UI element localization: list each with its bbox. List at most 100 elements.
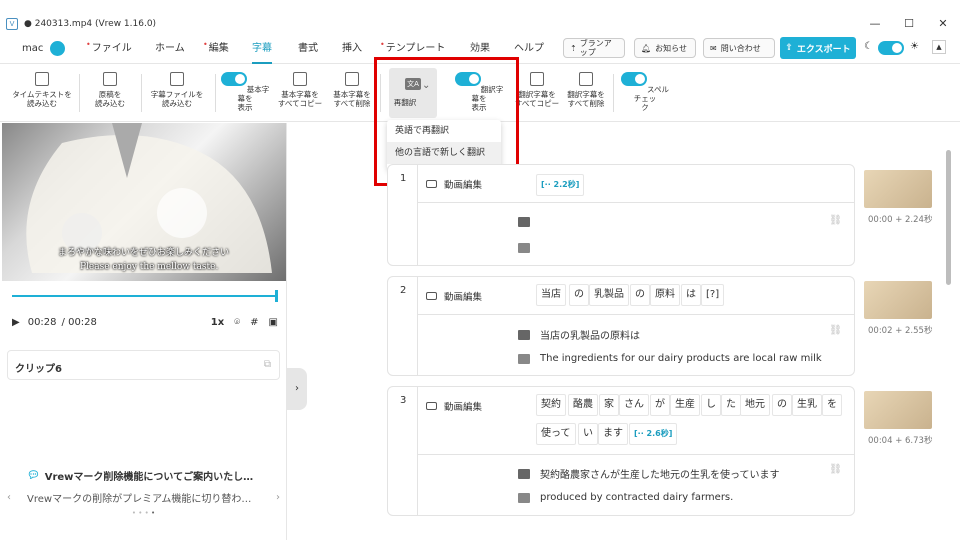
clip-card-2[interactable]: 2 動画編集 当店 の 乳製品 の 原料 は [?] 当店の乳製品の原料は Th… xyxy=(387,276,855,376)
delete-basic-button[interactable]: 基本字幕を すべて削除 xyxy=(329,72,375,108)
plan-up-button[interactable]: ⇡ ブランアップ xyxy=(563,38,625,58)
clip-thumbnail[interactable] xyxy=(864,281,932,319)
subtitle-line-icon xyxy=(518,329,530,340)
word-chip[interactable]: さん xyxy=(619,394,649,416)
word-chip[interactable]: 地元 xyxy=(740,394,770,416)
close-button[interactable]: ✕ xyxy=(926,14,960,34)
user-name[interactable]: mac xyxy=(22,36,43,64)
word-chip[interactable]: [?] xyxy=(701,284,725,306)
word-chip[interactable]: は xyxy=(681,284,701,306)
plan-icon: ⇡ xyxy=(570,43,577,53)
video-subtitle-ja: まろやかな味わいをぜひお楽しみください xyxy=(58,248,230,258)
subtitle-line-icon xyxy=(518,217,530,227)
translate-line-icon xyxy=(518,353,530,364)
news-button[interactable]: 🔔︎ お知らせ xyxy=(634,38,696,58)
word-chip[interactable]: 契約 xyxy=(536,394,566,416)
subtitle-en-text[interactable]: produced by contracted dairy farmers. xyxy=(540,492,733,503)
notice-panel[interactable]: 💬︎ Vrewマーク削除機能についてご案内いたし… ‹ Vrewマークの削除がプ… xyxy=(7,468,280,517)
export-icon: ⇪ xyxy=(785,43,793,53)
subtitle-file-icon xyxy=(170,72,184,86)
word-chip[interactable]: 使って xyxy=(536,423,576,445)
word-chip[interactable]: が xyxy=(650,394,670,416)
subtitle-ja-text[interactable]: 契約酪農家さんが生産した地元の生乳を使っています xyxy=(540,466,780,481)
link-icon[interactable]: ⛓ xyxy=(829,215,842,226)
minimize-button[interactable]: — xyxy=(858,14,892,34)
mail-icon: ✉ xyxy=(710,43,717,53)
film-icon xyxy=(426,180,437,188)
window-title: ● 240313.mp4 (Vrew 1.16.0) xyxy=(24,19,157,29)
clip-panel[interactable]: クリップ6 ⧉ xyxy=(7,350,280,380)
load-subfile-button[interactable]: 字幕ファイルを 読み込む xyxy=(145,72,209,108)
clip-label: 動画編集 xyxy=(426,399,482,413)
word-chip[interactable]: た xyxy=(721,394,741,416)
gap-chip[interactable]: [·· 2.2秒] xyxy=(536,174,585,196)
spellcheck-toggle[interactable]: スペルチェッ ク xyxy=(618,72,672,112)
avatar-icon[interactable] xyxy=(50,41,65,56)
video-subtitle-en: Please enjoy the mellow taste. xyxy=(80,262,219,272)
word-chip[interactable]: 生乳 xyxy=(792,394,822,416)
progress-handle[interactable] xyxy=(275,290,278,302)
scrollbar[interactable] xyxy=(946,150,951,285)
link-icon[interactable]: ⛓ xyxy=(829,464,842,475)
next-notice-icon[interactable]: › xyxy=(276,492,280,503)
word-chip[interactable]: の xyxy=(569,284,589,306)
translate-line-icon xyxy=(518,492,530,503)
progress-bar[interactable] xyxy=(12,295,278,297)
light-mode-icon: ☀ xyxy=(910,41,919,52)
clip-label: 動画編集 xyxy=(426,289,482,303)
link-icon[interactable]: ⛓ xyxy=(829,325,842,336)
clip-timestamp: 00:00 + 2.24秒 xyxy=(868,215,933,225)
word-chip[interactable]: 生産 xyxy=(670,394,700,416)
screenshot-icon[interactable]: ⌾ xyxy=(234,317,240,328)
pager-dots: • • • • xyxy=(131,509,156,517)
clip-thumbnail[interactable] xyxy=(864,170,932,208)
theme-toggle[interactable] xyxy=(878,41,904,55)
pen-file-icon xyxy=(103,72,117,86)
grid-icon[interactable]: # xyxy=(250,317,258,328)
load-timetext-button[interactable]: タイムテキストを 読み込む xyxy=(10,72,74,108)
word-chip[interactable]: 原料 xyxy=(650,284,680,306)
popout-icon[interactable]: ⧉ xyxy=(264,359,271,370)
collapse-ribbon-button[interactable]: ▲ xyxy=(932,40,946,54)
word-chip[interactable]: 酪農 xyxy=(568,394,598,416)
delete-trans-button[interactable]: 翻訳字幕を すべて削除 xyxy=(563,72,609,108)
dark-mode-icon: ☾ xyxy=(864,41,873,52)
word-chip[interactable]: を xyxy=(822,394,842,416)
menu-insert[interactable]: 挿入 xyxy=(342,36,362,64)
title-bar: V ● 240313.mp4 (Vrew 1.16.0) — ☐ ✕ xyxy=(0,14,960,34)
maximize-button[interactable]: ☐ xyxy=(892,14,926,34)
word-chip[interactable]: の xyxy=(630,284,650,306)
load-script-button[interactable]: 原稿を 読み込む xyxy=(84,72,136,108)
word-chip[interactable]: 家 xyxy=(599,394,619,416)
subtitle-icon[interactable]: ▣ xyxy=(269,317,278,328)
menu-edit[interactable]: •編集 xyxy=(203,36,229,64)
translate-line-icon xyxy=(518,243,530,253)
subtitle-en-text[interactable]: The ingredients for our dairy products a… xyxy=(540,353,822,364)
menu-file[interactable]: •ファイル xyxy=(86,36,132,64)
collapse-panel-button[interactable]: › xyxy=(287,368,307,410)
film-icon xyxy=(426,292,437,300)
subtitle-ja-text[interactable]: 当店の乳製品の原料は xyxy=(540,327,640,342)
play-icon[interactable]: ▶ xyxy=(12,317,20,328)
speed-button[interactable]: 1x xyxy=(211,317,224,328)
show-basic-toggle[interactable]: 基本字幕を 表示 xyxy=(220,72,270,112)
menu-subtitle[interactable]: 字幕 xyxy=(252,36,272,64)
menu-format[interactable]: 書式 xyxy=(298,36,318,64)
word-chip[interactable]: ます xyxy=(598,423,628,445)
word-chip[interactable]: の xyxy=(772,394,792,416)
word-chip[interactable]: し xyxy=(701,394,721,416)
word-chip[interactable]: い xyxy=(578,423,598,445)
contact-button[interactable]: ✉ 問い合わせ xyxy=(703,38,775,58)
prev-notice-icon[interactable]: ‹ xyxy=(7,492,27,503)
export-button[interactable]: ⇪ エクスポート xyxy=(780,37,856,59)
clip-card-3[interactable]: 3 動画編集 契約 酪農 家 さん が 生産 し た 地元 の 生乳 を 使って… xyxy=(387,386,855,516)
word-chip[interactable]: 当店 xyxy=(536,284,566,306)
clip-thumbnail[interactable] xyxy=(864,391,932,429)
chat-icon: 💬︎ xyxy=(27,470,40,481)
vrew-logo-icon: V xyxy=(6,18,18,30)
gap-chip[interactable]: [·· 2.6秒] xyxy=(629,423,678,445)
menu-home[interactable]: ホーム xyxy=(155,36,185,64)
copy-basic-button[interactable]: 基本字幕を すべてコピー xyxy=(273,72,327,108)
clip-card-1[interactable]: 1 動画編集 [·· 2.2秒] ⛓ xyxy=(387,164,855,266)
word-chip[interactable]: 乳製品 xyxy=(589,284,629,306)
